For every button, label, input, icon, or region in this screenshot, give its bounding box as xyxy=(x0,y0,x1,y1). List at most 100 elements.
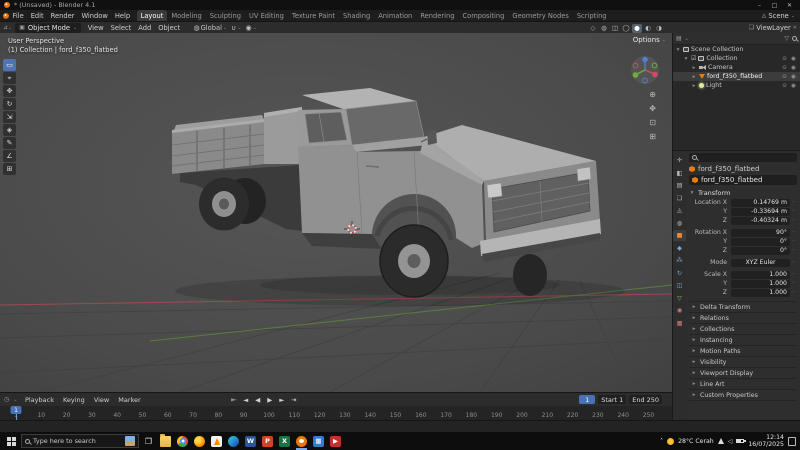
shading-rendered-icon[interactable]: ◑ xyxy=(654,24,664,33)
workspace-tab-modeling[interactable]: Modeling xyxy=(167,10,205,21)
viewport-menu-view[interactable]: View xyxy=(84,24,107,32)
expand-caret-icon[interactable]: ▸ xyxy=(691,74,697,80)
tool-transform[interactable]: ◈ xyxy=(3,124,16,136)
viewport-menu-add[interactable]: Add xyxy=(135,24,155,32)
start-button[interactable] xyxy=(2,432,20,450)
panel-section-collections[interactable]: ▸ Collections xyxy=(689,324,797,335)
tab-output[interactable]: ▤ xyxy=(673,180,686,191)
edge-icon[interactable] xyxy=(225,433,242,450)
animate-decorator-icon[interactable]: · xyxy=(790,229,797,236)
outliner-editor-icon[interactable]: ▤ xyxy=(676,35,682,42)
tool-scale[interactable]: ⇲ xyxy=(3,111,16,123)
transform-value-field[interactable]: 0° xyxy=(731,237,790,246)
viewport-3d-scene[interactable] xyxy=(0,33,672,392)
workspace-tab-sculpting[interactable]: Sculpting xyxy=(206,10,245,21)
media-player-icon[interactable]: ▶ xyxy=(327,433,344,450)
file-explorer-icon[interactable] xyxy=(157,433,174,450)
proportional-editing-icon[interactable]: ◉ ⌄ xyxy=(243,24,258,32)
pan-hand-icon[interactable]: ✥ xyxy=(649,104,656,113)
shading-solid-icon[interactable]: ● xyxy=(632,23,642,33)
search-highlight-thumbnail[interactable] xyxy=(125,436,135,446)
toggle-ortho-icon[interactable]: ⊞ xyxy=(649,132,656,141)
tab-material[interactable]: ◉ xyxy=(673,305,686,316)
outliner-row-scene-collection[interactable]: ▾ Scene Collection xyxy=(673,45,800,54)
workspace-tab-rendering[interactable]: Rendering xyxy=(416,10,458,21)
tab-render[interactable]: ◧ xyxy=(673,168,686,179)
transform-value-field[interactable]: -0.33694 m xyxy=(731,207,790,216)
network-icon[interactable] xyxy=(717,438,724,444)
panel-section-line-art[interactable]: ▸ Line Art xyxy=(689,379,797,390)
mode-selector[interactable]: ▣ Object Mode ⌄ xyxy=(15,22,82,33)
tab-world[interactable]: ◍ xyxy=(673,218,686,229)
powerpoint-icon[interactable]: P xyxy=(259,433,276,450)
navigation-gizmo[interactable] xyxy=(630,55,660,85)
jump-to-end-button[interactable]: ⇥ xyxy=(288,395,299,405)
disable-in-renders-icon[interactable]: ◉ xyxy=(790,83,797,89)
panel-section-relations[interactable]: ▸ Relations xyxy=(689,313,797,324)
hide-in-viewport-eye-icon[interactable]: ⊙ xyxy=(781,83,788,89)
animate-decorator-icon[interactable]: · xyxy=(790,238,797,245)
play-reverse-button[interactable]: ◀ xyxy=(252,395,263,405)
tab-physics[interactable]: ↻ xyxy=(673,268,686,279)
expand-caret-icon[interactable]: ▸ xyxy=(691,65,697,71)
playhead-label[interactable]: 1 xyxy=(10,406,22,414)
view-layer-selector[interactable]: ❏ ViewLayer ✕ xyxy=(749,24,797,32)
prev-keyframe-button[interactable]: ◄ xyxy=(240,395,251,405)
hide-in-viewport-eye-icon[interactable]: ⊙ xyxy=(781,65,788,71)
filter-icon[interactable]: ▽ xyxy=(784,35,789,42)
tool-add-cube[interactable]: ⊞ xyxy=(3,163,16,175)
photos-icon[interactable]: ▦ xyxy=(310,433,327,450)
current-frame-field[interactable]: 1 xyxy=(579,395,596,404)
timeline-editor-icon[interactable]: ◷ xyxy=(4,396,9,403)
transform-value-field[interactable]: 90° xyxy=(731,228,790,237)
viewport-menu-object[interactable]: Object xyxy=(155,24,184,32)
excel-icon[interactable]: X xyxy=(276,433,293,450)
snap-magnet-icon[interactable]: ∪ ⌄ xyxy=(229,24,243,32)
breadcrumb[interactable]: ford_f350_flatbed xyxy=(689,164,797,174)
word-icon[interactable]: W xyxy=(242,433,259,450)
workspace-tab-texture-paint[interactable]: Texture Paint xyxy=(288,10,339,21)
jump-to-start-button[interactable]: ⇤ xyxy=(228,395,239,405)
animate-decorator-icon[interactable]: · xyxy=(790,217,797,224)
disable-in-renders-icon[interactable]: ◉ xyxy=(790,65,797,71)
outliner-row-light[interactable]: ▸ Light ⊙ ◉ xyxy=(673,81,800,90)
timeline-menu-view[interactable]: View xyxy=(90,396,112,404)
animate-decorator-icon[interactable]: · xyxy=(790,247,797,254)
search-icon[interactable] xyxy=(792,36,797,41)
transform-orientation-selector[interactable]: ◍ Global ⌄ xyxy=(192,24,230,32)
disable-in-renders-icon[interactable]: ◉ xyxy=(790,74,797,80)
expand-caret-icon[interactable]: ▾ xyxy=(683,56,689,62)
tool-3d-cursor[interactable]: ⌖ xyxy=(3,72,16,84)
show-gizmo-icon[interactable]: ◇ xyxy=(588,24,598,33)
menu-window[interactable]: Window xyxy=(78,12,111,20)
tool-measure[interactable]: ∠ xyxy=(3,150,16,162)
tab-constraints[interactable]: ◫ xyxy=(673,280,686,291)
hide-in-viewport-eye-icon[interactable]: ⊙ xyxy=(781,56,788,62)
minimize-button[interactable]: – xyxy=(753,1,766,10)
maximize-button[interactable]: □ xyxy=(768,1,781,10)
menu-file[interactable]: File xyxy=(9,12,27,20)
workspace-tab-layout[interactable]: Layout xyxy=(136,10,168,21)
tool-move[interactable]: ✥ xyxy=(3,85,16,97)
animate-decorator-icon[interactable]: · xyxy=(790,280,797,287)
tray-expand-icon[interactable]: ˄ xyxy=(660,438,663,445)
next-keyframe-button[interactable]: ► xyxy=(276,395,287,405)
tab-object-data[interactable]: ▽ xyxy=(673,293,686,304)
panel-section-delta-transform[interactable]: ▸ Delta Transform xyxy=(689,302,797,313)
scene-selector[interactable]: ◬ Scene ⌄ xyxy=(762,12,797,20)
tab-texture[interactable]: ▦ xyxy=(673,318,686,329)
animate-decorator-icon[interactable]: · xyxy=(790,259,797,266)
volume-icon[interactable]: ◁ xyxy=(728,438,733,445)
transform-value-field[interactable]: 1.000 xyxy=(731,279,790,288)
transform-value-field[interactable]: 0.14769 m xyxy=(731,198,790,207)
tab-view-layer[interactable]: ❏ xyxy=(673,193,686,204)
outliner-row-ford-f350-flatbed[interactable]: ▸ ford_f350_flatbed ⊙ ◉ xyxy=(673,72,800,81)
weather-label[interactable]: 28°C Cerah xyxy=(678,438,714,445)
timeline-ruler[interactable]: 1102030405060708090100110120130140150160… xyxy=(0,406,672,420)
tab-scene[interactable]: ◬ xyxy=(673,205,686,216)
animate-decorator-icon[interactable]: · xyxy=(790,208,797,215)
options-dropdown[interactable]: Options ⌄ xyxy=(633,36,666,44)
menu-edit[interactable]: Edit xyxy=(27,12,47,20)
panel-section-viewport-display[interactable]: ▸ Viewport Display xyxy=(689,368,797,379)
transform-value-field[interactable]: 0° xyxy=(731,246,790,255)
